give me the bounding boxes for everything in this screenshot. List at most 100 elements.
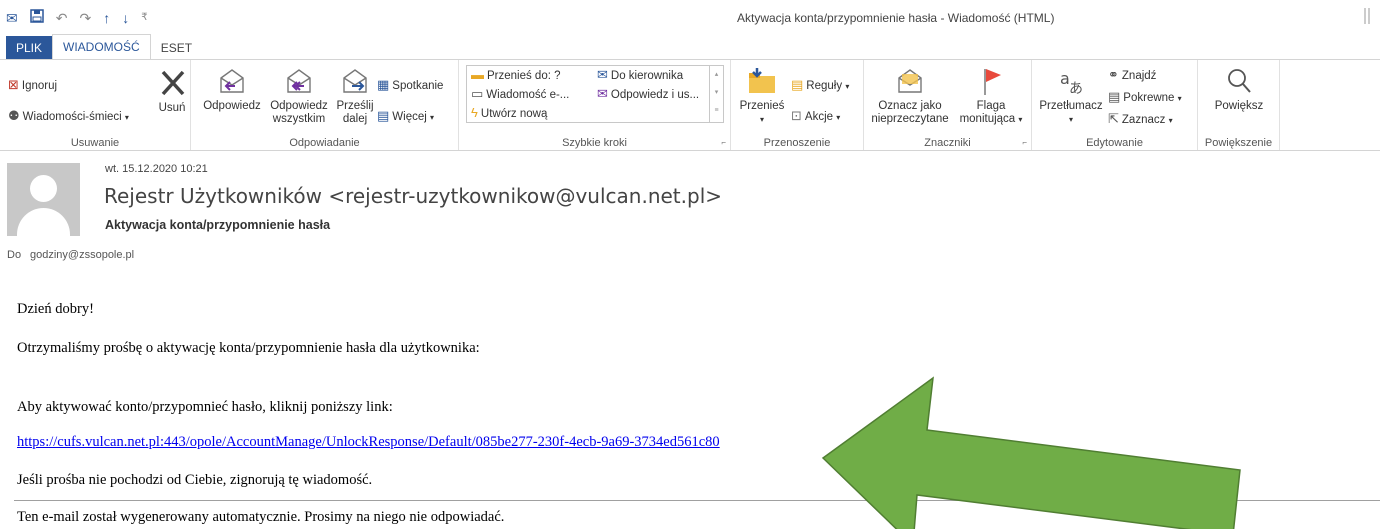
related-label: Pokrewne	[1123, 92, 1175, 104]
flag-button[interactable]: Flaga monitująca ▾	[954, 66, 1028, 126]
move-label: Przenieś	[739, 100, 785, 112]
body-line-2: Aby aktywować konto/przypomnieć hasło, k…	[17, 399, 393, 415]
ribbon: ⊠ Ignoruj ⚉ Wiadomości-śmieci ▾ Usuń Usuwa…	[0, 59, 1380, 151]
reply-all-icon	[287, 69, 311, 93]
quick-step-email[interactable]: ▭ Wiadomość e-...	[471, 87, 569, 102]
reply-icon	[220, 69, 244, 93]
body-greeting: Dzień dobry!	[17, 301, 94, 317]
translate-icon: aあ	[1060, 69, 1083, 96]
rules-label: Reguły	[806, 80, 843, 92]
quick-steps-gallery: ▬ Przenieś do: ? ✉ Do kierownika ▭ Wiadomoś…	[466, 65, 724, 123]
quick-step-move-to[interactable]: ▬ Przenieś do: ?	[471, 68, 561, 83]
activation-link[interactable]: https://cufs.vulcan.net.pl:443/opole/Acc…	[17, 434, 720, 451]
cursor-icon: ⇱	[1108, 111, 1119, 126]
delete-x-icon	[161, 70, 185, 96]
avatar	[7, 163, 80, 236]
junk-button[interactable]: ⚉ Wiadomości-śmieci ▾	[8, 109, 129, 125]
group-quick-steps-label: Szybkie kroki	[562, 137, 627, 149]
related-button[interactable]: ▤ Pokrewne ▾	[1108, 90, 1182, 106]
group-editing-label: Edytowanie	[1086, 137, 1143, 149]
undo-icon[interactable]: ↶	[56, 10, 68, 26]
quick-step-to-manager[interactable]: ✉ Do kierownika	[597, 68, 683, 83]
flag-icon	[984, 69, 1001, 95]
meeting-button[interactable]: ▦ Spotkanie	[377, 78, 443, 93]
message-subject: Aktywacja konta/przypomnienie hasła	[105, 218, 331, 232]
quick-steps-scrollbar[interactable]: ▴ ▾ ≡	[709, 66, 723, 122]
junk-icon: ⚉	[8, 108, 20, 123]
ignore-label: Ignoruj	[21, 80, 58, 92]
group-tags: Oznacz jako nieprzeczytane Flaga monituj…	[864, 60, 1032, 150]
group-delete-label: Usuwanie	[70, 137, 120, 149]
select-button[interactable]: ⇱ Zaznacz ▾	[1108, 112, 1173, 128]
ignore-icon: ⊠	[8, 77, 19, 92]
green-arrow-annotation	[821, 376, 1241, 529]
forward-icon	[343, 69, 367, 93]
quick-access-toolbar: ✉ ↶ ↷ ↑ ↓ ₹	[6, 9, 148, 26]
group-respond: Odpowiedz Odpowiedz wszystkim Prześlij d…	[191, 60, 459, 150]
reply-label: Odpowiedz	[203, 100, 261, 112]
forward-label-2: dalej	[342, 113, 368, 125]
body-line-3: Jeśli prośba nie pochodzi od Ciebie, zig…	[17, 472, 373, 488]
more-button[interactable]: ▤ Więcej ▾	[377, 109, 434, 125]
junk-label: Wiadomości-śmieci	[22, 111, 122, 123]
meeting-label: Spotkanie	[392, 80, 444, 92]
reply-all-label-2: wszystkim	[272, 113, 326, 125]
title-bar: ✉ ↶ ↷ ↑ ↓ ₹ Aktywacja konta/przypomnieni…	[0, 0, 1380, 34]
tab-message[interactable]: WIADOMOŚĆ	[52, 34, 151, 60]
arrow-shape	[821, 376, 1241, 529]
tab-eset[interactable]: ESET	[151, 36, 202, 60]
dialog-launcher-icon[interactable]: ⌐	[721, 138, 726, 147]
move-folder-icon	[749, 68, 775, 93]
body-footer: Ten e-mail został wygenerowany automatyc…	[17, 509, 505, 525]
translate-button[interactable]: aあ Przetłumacz ▾	[1038, 66, 1104, 126]
reply-all-button[interactable]: Odpowiedz wszystkim	[265, 66, 333, 126]
binoculars-icon: ⚭	[1108, 67, 1119, 82]
mark-unread-button[interactable]: Oznacz jako nieprzeczytane	[868, 66, 952, 126]
mark-unread-icon	[898, 69, 922, 93]
related-icon: ▤	[1108, 89, 1121, 104]
mark-unread-label-2: nieprzeczytane	[871, 113, 949, 125]
save-icon[interactable]	[29, 9, 44, 26]
group-delete: ⊠ Ignoruj ⚉ Wiadomości-śmieci ▾ Usuń Usuwa…	[0, 60, 191, 150]
select-label: Zaznacz	[1121, 114, 1166, 126]
mail-icon: ▭	[471, 86, 484, 101]
rules-icon: ▤	[791, 77, 804, 92]
folder-icon: ▬	[471, 67, 484, 82]
zoom-button[interactable]: Powiększ	[1204, 66, 1274, 113]
find-button[interactable]: ⚭ Znajdź	[1108, 68, 1156, 83]
flag-label-2: monitująca	[959, 113, 1016, 125]
group-move-label: Przenoszenie	[763, 137, 831, 149]
rules-button[interactable]: ▤ Reguły ▾	[791, 78, 849, 94]
calendar-icon: ▦	[377, 77, 390, 92]
group-respond-label: Odpowiadanie	[289, 137, 360, 149]
delete-button[interactable]: Usuń	[156, 68, 188, 115]
quick-step-create-new[interactable]: ϟ Utwórz nową	[471, 106, 547, 121]
find-label: Znajdź	[1121, 70, 1157, 82]
recipient[interactable]: godziny@zssopole.pl	[30, 249, 134, 261]
quick-step-reply-delete[interactable]: ✉ Odpowiedz i us...	[597, 87, 699, 102]
reply-all-label-1: Odpowiedz	[270, 100, 328, 112]
forward-button[interactable]: Prześlij dalej	[333, 66, 377, 126]
tab-file[interactable]: PLIK	[6, 36, 53, 60]
redo-icon[interactable]: ↷	[79, 10, 91, 26]
actions-button[interactable]: ⊡ Akcje ▾	[791, 109, 840, 125]
ignore-button[interactable]: ⊠ Ignoruj	[8, 78, 57, 93]
window-controls[interactable]	[1364, 8, 1370, 24]
tags-launcher-icon[interactable]: ⌐	[1022, 138, 1027, 147]
mail-forward-icon: ✉	[597, 67, 608, 82]
envelope-icon[interactable]: ✉	[6, 10, 18, 26]
customize-toolbar-icon[interactable]: ₹	[141, 10, 147, 26]
translate-label: Przetłumacz	[1039, 100, 1103, 112]
mark-unread-label-1: Oznacz jako	[878, 100, 942, 112]
reply-button[interactable]: Odpowiedz	[201, 66, 263, 113]
body-line-1: Otrzymaliśmy prośbę o aktywację konta/pr…	[17, 340, 480, 356]
actions-icon: ⊡	[791, 108, 802, 123]
ribbon-tabs: PLIK WIADOMOŚĆ ESET	[0, 34, 1380, 60]
arrow-down-icon[interactable]: ↓	[122, 10, 129, 26]
flag-label-1: Flaga	[976, 100, 1006, 112]
recipient-label: Do	[7, 249, 22, 261]
arrow-up-icon[interactable]: ↑	[103, 10, 110, 26]
move-button[interactable]: Przenieś ▾	[737, 66, 787, 126]
message-sender[interactable]: Rejestr Użytkowników <rejestr-uzytkownik…	[104, 184, 722, 208]
lightning-icon: ϟ	[471, 105, 478, 120]
